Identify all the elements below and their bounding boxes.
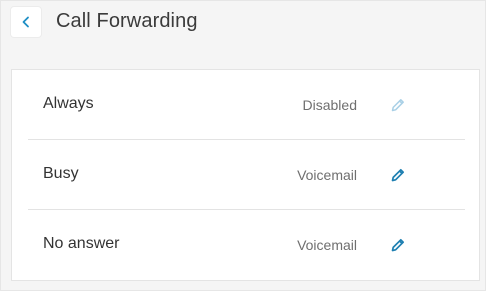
edit-busy-button[interactable] bbox=[388, 165, 408, 185]
row-label: Always bbox=[43, 95, 94, 112]
row-status: Voicemail bbox=[297, 167, 357, 183]
pencil-icon bbox=[391, 99, 404, 112]
forwarding-row-always: Always Disabled bbox=[28, 70, 465, 140]
row-label: No answer bbox=[43, 235, 120, 252]
forwarding-row-busy: Busy Voicemail bbox=[28, 140, 465, 210]
page-title: Call Forwarding bbox=[56, 10, 198, 32]
row-status: Disabled bbox=[302, 97, 357, 113]
forwarding-row-no-answer: No answer Voicemail bbox=[28, 210, 465, 280]
chevron-left-icon bbox=[22, 16, 29, 28]
row-status: Voicemail bbox=[297, 237, 357, 253]
app-window: Call Forwarding Always Disabled Busy Voi… bbox=[0, 0, 486, 291]
edit-always-button bbox=[388, 95, 408, 115]
page-header: Call Forwarding bbox=[1, 1, 485, 47]
pencil-icon bbox=[391, 238, 405, 252]
pencil-icon bbox=[391, 168, 405, 182]
row-label: Busy bbox=[43, 165, 79, 182]
back-button[interactable] bbox=[11, 7, 41, 37]
edit-no-answer-button[interactable] bbox=[388, 235, 408, 255]
forwarding-list: Always Disabled Busy Voicemail No answer… bbox=[11, 69, 480, 281]
